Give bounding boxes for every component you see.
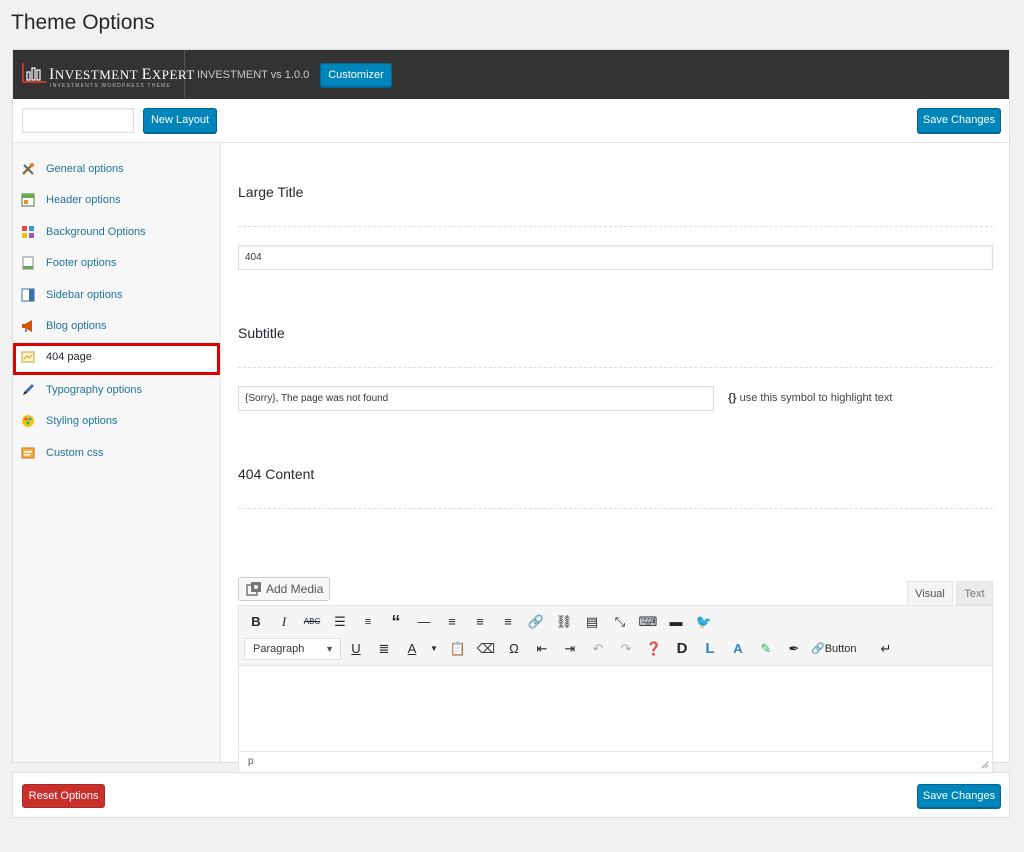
customizer-button[interactable]: Customizer: [320, 63, 392, 87]
sidebar-item-header[interactable]: Header options: [13, 186, 220, 216]
unlink-icon[interactable]: ⛓: [553, 611, 575, 633]
tab-visual[interactable]: Visual: [907, 581, 953, 605]
format-select[interactable]: Paragraph ▼: [244, 638, 341, 660]
link-icon: 🔗: [811, 643, 825, 655]
bold-icon[interactable]: B: [245, 611, 267, 633]
subtitle-heading: Subtitle: [238, 325, 285, 341]
font-style-icon[interactable]: A: [727, 638, 749, 660]
chevron-down-icon[interactable]: ▼: [423, 638, 445, 660]
brush-icon: [22, 415, 34, 427]
sidebar-item-typography[interactable]: Typography options: [13, 376, 220, 406]
indent-icon[interactable]: ⇥: [559, 638, 581, 660]
highlight-icon[interactable]: ✎: [755, 638, 777, 660]
clear-formatting-icon[interactable]: ⌫: [475, 638, 497, 660]
italic-icon[interactable]: I: [273, 611, 295, 633]
bar-chart-logo-icon: [22, 63, 46, 83]
editor-status-bar: p: [239, 751, 992, 772]
sidebar-item-custom-css[interactable]: Custom css: [13, 439, 220, 469]
logo-tagline: INVESTMENTS WORDPRESS THEME: [50, 83, 171, 89]
return-icon[interactable]: ↵: [875, 638, 897, 660]
redo-icon[interactable]: ↷: [615, 638, 637, 660]
tab-text[interactable]: Text: [956, 581, 993, 605]
horizontal-line-icon[interactable]: —: [413, 611, 435, 633]
justify-icon[interactable]: ≣: [373, 638, 395, 660]
subtitle-input[interactable]: {Sorry}, The page was not found: [238, 386, 714, 411]
divider: [238, 226, 993, 227]
options-main: Large Title 404 Subtitle {Sorry}, The pa…: [221, 143, 1009, 773]
large-title-heading: Large Title: [238, 184, 304, 200]
numbered-list-icon[interactable]: ≡: [357, 611, 379, 633]
options-footer: Reset Options Save Changes: [12, 772, 1010, 818]
link-icon[interactable]: 🔗: [525, 611, 547, 633]
options-topbar: INVESTMENT EXPERT INVESTMENTS WORDPRESS …: [13, 50, 1009, 99]
page-title: Theme Options: [11, 11, 155, 34]
footer-icon: [22, 256, 34, 270]
sidebar-item-404-page[interactable]: 404 page: [13, 343, 220, 375]
sidebar-item-styling[interactable]: Styling options: [13, 407, 220, 437]
content-heading: 404 Content: [238, 466, 315, 482]
sidebar-icon: [21, 288, 35, 302]
theme-logo: INVESTMENT EXPERT INVESTMENTS WORDPRESS …: [13, 50, 194, 99]
paste-text-icon[interactable]: 📋: [447, 638, 469, 660]
strikethrough-icon[interactable]: ABC: [301, 611, 323, 633]
read-more-icon[interactable]: ▤: [581, 611, 603, 633]
keyboard-icon[interactable]: ⌨: [637, 611, 659, 633]
header-icon: [21, 193, 35, 207]
bullet-list-icon[interactable]: ☰: [329, 611, 351, 633]
twitter-icon[interactable]: 🐦: [693, 611, 715, 633]
theme-version: INVESTMENT vs 1.0.0: [197, 69, 310, 81]
new-layout-button[interactable]: New Layout: [143, 108, 217, 133]
large-title-input[interactable]: 404: [238, 245, 993, 270]
content-editor: B I ABC ☰ ≡ “ — ≡ ≡ ≡ 🔗 ⛓ ▤ ⤡ ⌨ ▬ 🐦 Para…: [238, 605, 993, 773]
editor-toolbar: B I ABC ☰ ≡ “ — ≡ ≡ ≡ 🔗 ⛓ ▤ ⤡ ⌨ ▬ 🐦 Para…: [239, 606, 992, 666]
subtitle-hint: {} use this symbol to highlight text: [728, 392, 893, 404]
blockquote-icon[interactable]: “: [385, 611, 407, 633]
options-toolbar: New Layout Save Changes: [13, 99, 1009, 143]
options-sidebar: General options Header options Backgroun…: [13, 143, 221, 762]
options-panel: INVESTMENT EXPERT INVESTMENTS WORDPRESS …: [12, 49, 1010, 773]
align-left-icon[interactable]: ≡: [441, 611, 463, 633]
sidebar-item-background[interactable]: Background Options: [13, 218, 220, 248]
outdent-icon[interactable]: ⇤: [531, 638, 553, 660]
media-icon: [246, 582, 261, 596]
fullscreen-icon[interactable]: ⤡: [609, 611, 631, 633]
divider: [238, 508, 993, 509]
add-media-button[interactable]: Add Media: [238, 577, 330, 601]
sidebar-item-general[interactable]: General options: [13, 155, 220, 185]
special-character-icon[interactable]: Ω: [503, 638, 525, 660]
css-icon: [21, 447, 35, 459]
logo-wordmark: INVESTMENT EXPERT: [49, 66, 195, 83]
pen-icon: [23, 384, 34, 395]
letter-l-icon[interactable]: L: [699, 638, 721, 660]
resize-handle-icon[interactable]: [981, 761, 989, 769]
marker-icon[interactable]: ✒: [783, 638, 805, 660]
sidebar-item-blog[interactable]: Blog options: [13, 312, 220, 342]
text-color-icon[interactable]: A: [401, 638, 423, 660]
align-center-icon[interactable]: ≡: [469, 611, 491, 633]
dropcap-icon[interactable]: D: [671, 638, 693, 660]
underline-icon[interactable]: U: [345, 638, 367, 660]
layout-name-input[interactable]: [22, 108, 134, 133]
reset-options-button[interactable]: Reset Options: [22, 784, 105, 808]
palette-icon: [22, 226, 34, 238]
align-right-icon[interactable]: ≡: [497, 611, 519, 633]
editor-body[interactable]: [239, 666, 992, 752]
divider: [238, 367, 993, 368]
help-icon[interactable]: ❓: [643, 638, 665, 660]
page-icon: [21, 351, 35, 363]
save-changes-bottom-button[interactable]: Save Changes: [917, 784, 1001, 808]
sidebar-item-sidebar[interactable]: Sidebar options: [13, 281, 220, 311]
tools-icon: [22, 163, 34, 175]
undo-icon[interactable]: ↶: [587, 638, 609, 660]
shortcode-icon[interactable]: ▬: [665, 611, 687, 633]
save-changes-top-button[interactable]: Save Changes: [917, 108, 1001, 133]
megaphone-icon: [22, 320, 32, 332]
insert-button-button[interactable]: 🔗Button: [811, 638, 871, 660]
sidebar-item-footer[interactable]: Footer options: [13, 249, 220, 279]
